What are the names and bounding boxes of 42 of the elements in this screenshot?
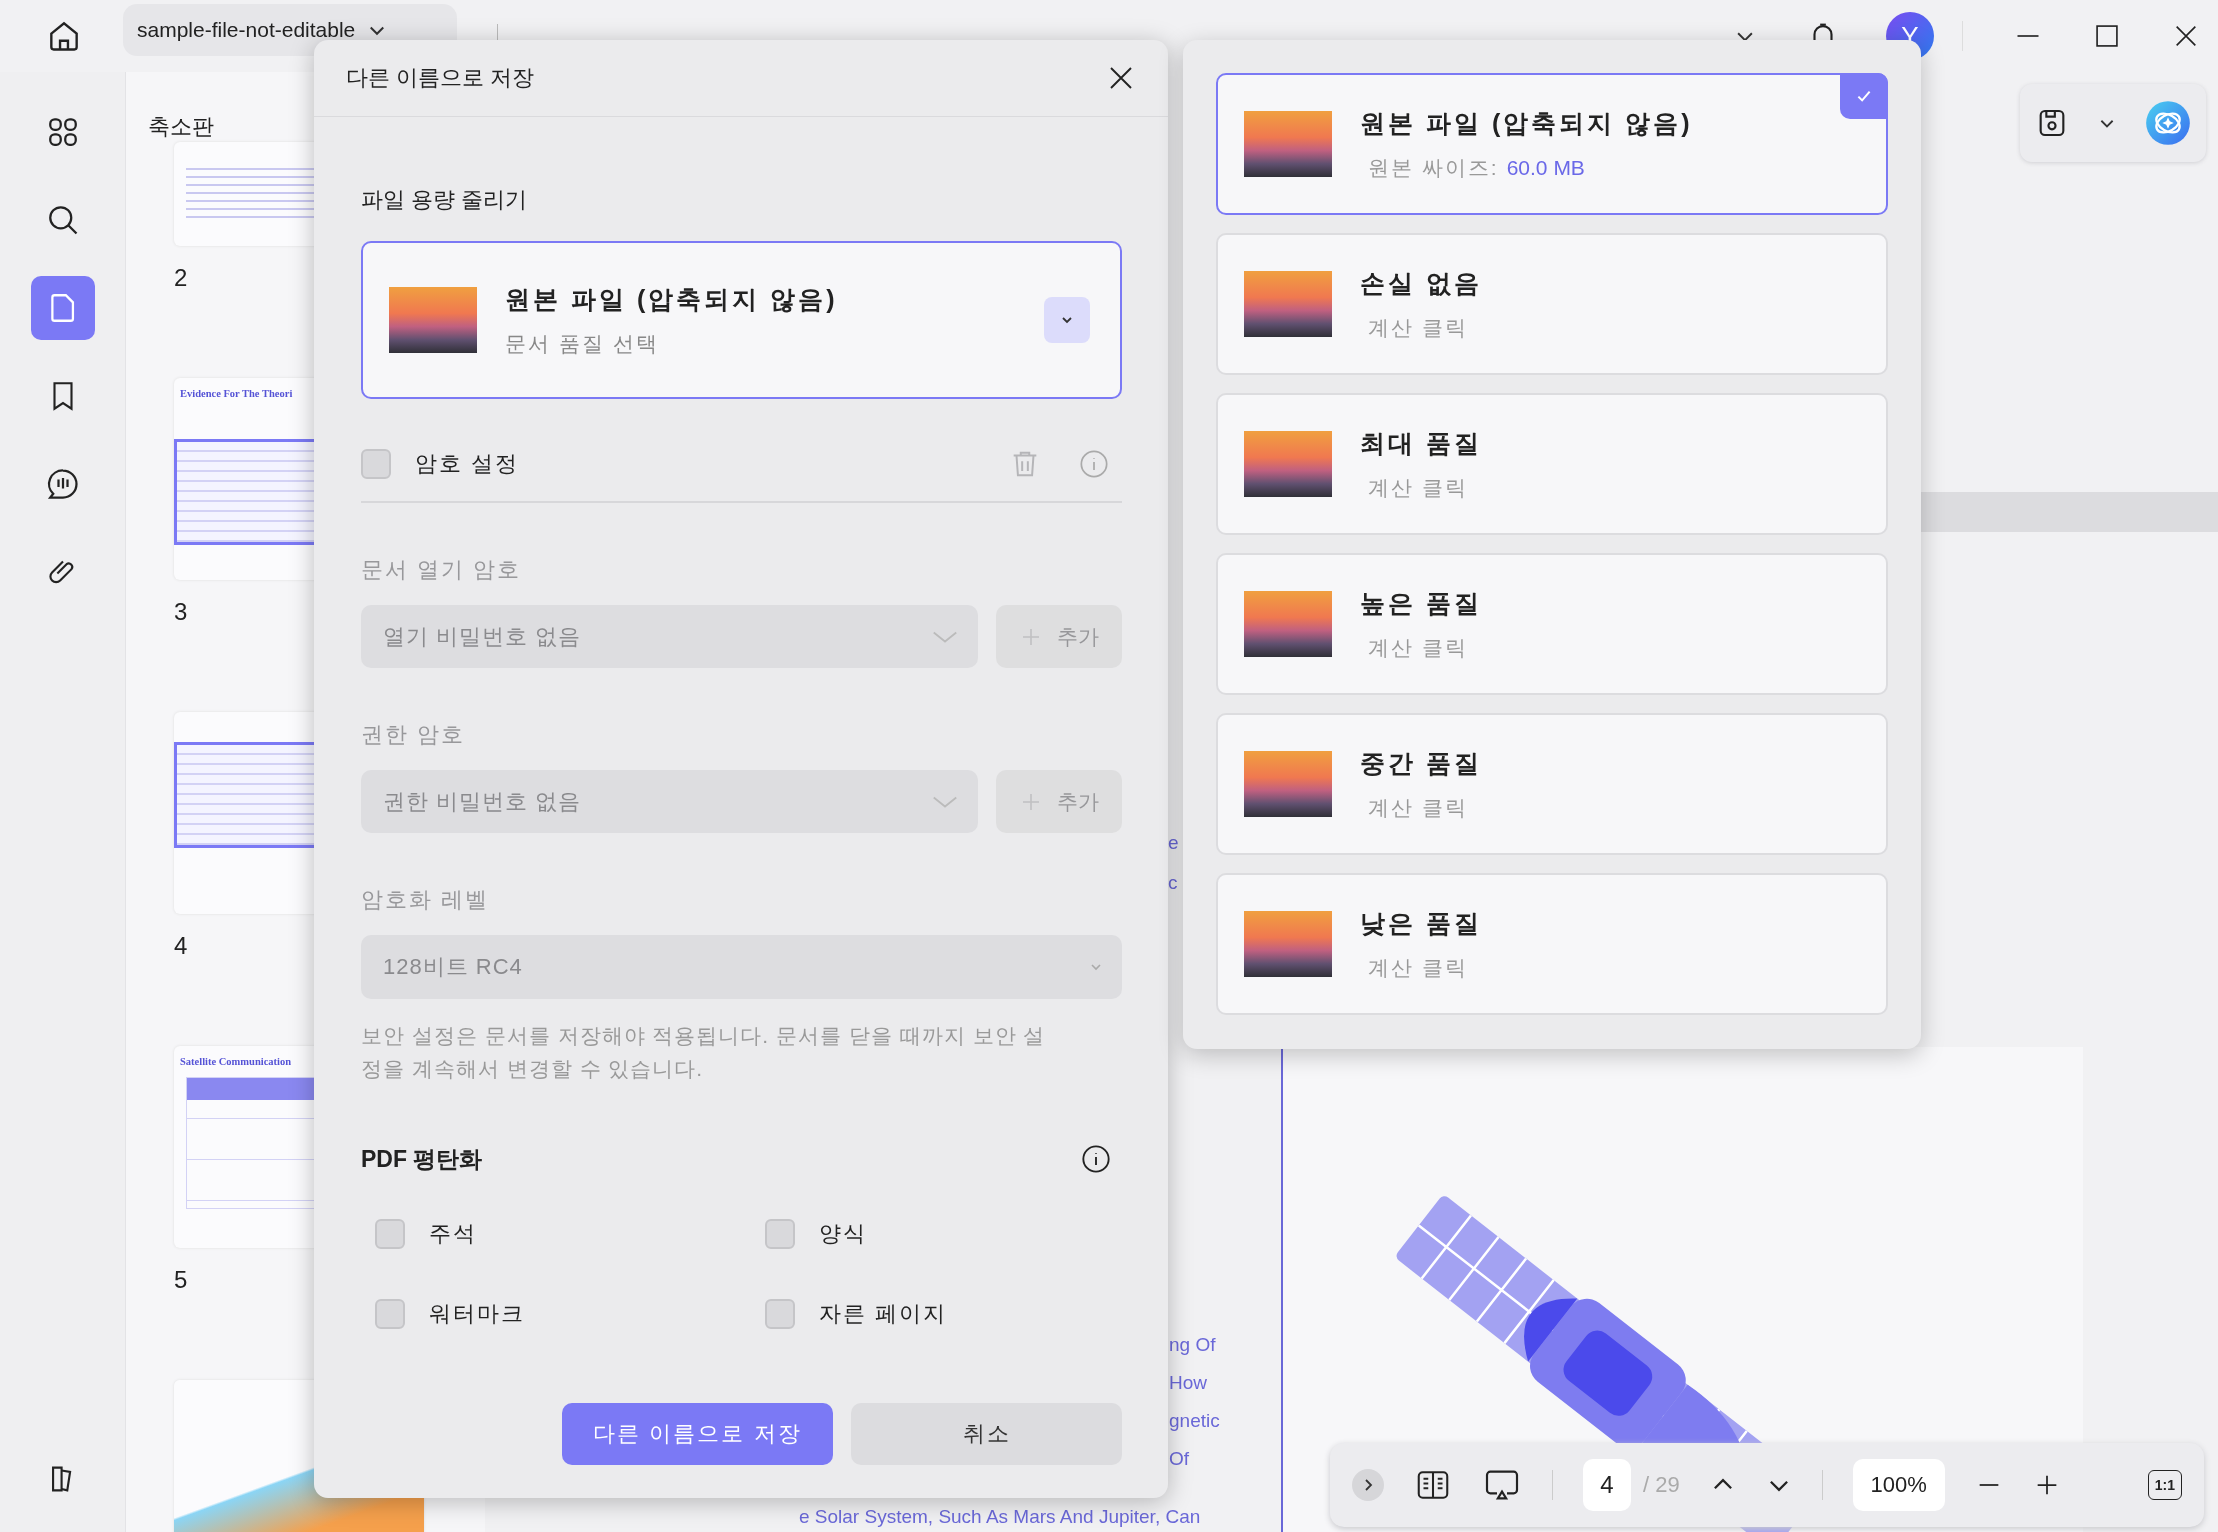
- page-number: 2: [174, 264, 188, 292]
- document-text: ng Of: [1169, 1334, 1217, 1356]
- document-text: c: [1168, 872, 1179, 894]
- flatten-checkbox[interactable]: 워터마크: [375, 1299, 765, 1329]
- document-text: e Solar System, Such As Mars And Jupiter, Can: [799, 1506, 1201, 1528]
- page-number: 3: [174, 598, 188, 626]
- pages-rail-button[interactable]: [30, 276, 95, 340]
- document-text: How: [1169, 1372, 1208, 1394]
- zoom-level-field[interactable]: 100%: [1852, 1459, 1945, 1511]
- quality-option[interactable]: 중간 품질 계산 클릭: [1216, 713, 1888, 855]
- actual-size-button[interactable]: 1:1: [2147, 1470, 2182, 1500]
- document-text: gnetic: [1169, 1410, 1220, 1432]
- thumbnail-heading: Satellite Communication: [179, 1055, 293, 1069]
- document-text: e: [1168, 832, 1179, 854]
- option-subtitle: 문서 품질 선택: [505, 330, 660, 357]
- flatten-checkbox[interactable]: 양식: [765, 1219, 1122, 1249]
- maximize-icon[interactable]: [2093, 22, 2121, 50]
- dialog-title: 다른 이름으로 저장: [346, 64, 535, 92]
- quality-option[interactable]: 손실 없음 계산 클릭: [1216, 233, 1888, 375]
- cancel-button[interactable]: 취소: [851, 1403, 1122, 1465]
- quality-select[interactable]: 원본 파일 (압축되지 않음) 문서 품질 선택: [361, 241, 1122, 399]
- info-icon[interactable]: [1080, 1143, 1112, 1175]
- field-label: 권한 암호: [361, 721, 467, 748]
- check-badge: [1840, 73, 1888, 119]
- option-title: 원본 파일 (압축되지 않음): [505, 283, 839, 315]
- flatten-checkbox[interactable]: 자른 페이지: [765, 1299, 1122, 1329]
- quality-option[interactable]: 높은 품질 계산 클릭: [1216, 553, 1888, 695]
- panel-title: 축소판: [148, 113, 214, 141]
- section-heading: 파일 용량 줄리기: [361, 186, 529, 211]
- thumbnail-heading: Evidence For The Theori: [179, 387, 294, 401]
- field-label: 암호화 레벨: [361, 886, 491, 913]
- page-number: 4: [174, 932, 188, 960]
- page-number-field[interactable]: 4: [1583, 1459, 1631, 1511]
- page-number: 5: [174, 1266, 188, 1294]
- quality-option[interactable]: 최대 품질 계산 클릭: [1216, 393, 1888, 535]
- expand-button[interactable]: [1352, 1469, 1384, 1501]
- quality-option[interactable]: 원본 파일 (압축되지 않음) 원본 싸이즈: 60.0 MB: [1216, 73, 1888, 215]
- ai-assistant-icon[interactable]: [2145, 100, 2192, 146]
- save-button[interactable]: 다른 이름으로 저장: [562, 1403, 833, 1465]
- document-text: Of: [1169, 1448, 1191, 1470]
- quality-option[interactable]: 낮은 품질 계산 클릭: [1216, 873, 1888, 1015]
- page-count: / 29: [1643, 1472, 1680, 1498]
